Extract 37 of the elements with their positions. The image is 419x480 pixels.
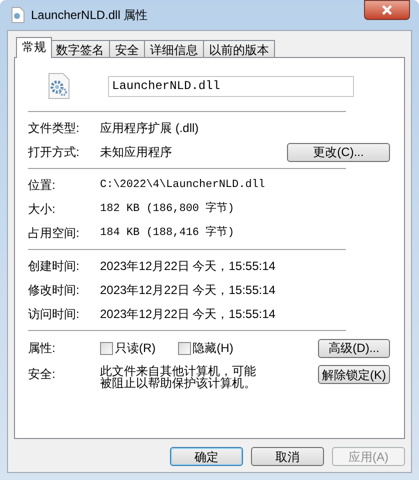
dialog-button[interactable]: 确定	[170, 447, 243, 466]
change-button[interactable]: 更改(C)...	[287, 142, 390, 162]
security-note: 此文件来自其他计算机，可能被阻止以帮助保护该计算机。	[100, 365, 257, 389]
close-icon	[382, 5, 392, 15]
tab[interactable]: 以前的版本	[203, 40, 275, 58]
field-label: 属性:	[28, 340, 56, 357]
field-value: 应用程序扩展 (.dll)	[100, 120, 200, 137]
close-button[interactable]	[364, 0, 410, 20]
dialog-button[interactable]: 取消	[251, 447, 324, 466]
advanced-button[interactable]: 高级(D)...	[318, 338, 390, 358]
tab[interactable]: 数字签名	[50, 40, 110, 58]
unblock-button[interactable]: 解除锁定(K)	[318, 365, 390, 384]
field-value: C:\2022\4\LauncherNLD.dll	[100, 178, 266, 193]
field-label: 位置:	[28, 177, 56, 194]
field-value: 2023年12月22日 今天，15:55:14	[100, 258, 276, 275]
gear-file-icon	[48, 73, 70, 99]
field-label: 创建时间:	[28, 258, 80, 275]
field-label: 占用空间:	[28, 225, 80, 242]
field-label: 大小:	[28, 201, 56, 218]
field-label: 打开方式:	[28, 144, 80, 161]
field-value: 2023年12月22日 今天，15:55:14	[100, 282, 276, 299]
tab[interactable]: 详细信息	[144, 40, 204, 58]
field-value: 184 KB (188,416 字节)	[100, 224, 236, 241]
file-name-field[interactable]: LauncherNLD.dll	[108, 76, 354, 96]
field-label: 安全:	[28, 366, 56, 383]
window-title: LauncherNLD.dll 属性	[31, 7, 148, 24]
field-label: 访问时间:	[28, 306, 80, 323]
checkbox[interactable]: 只读(R)	[100, 339, 156, 357]
tab[interactable]: 常规	[16, 37, 52, 58]
tab[interactable]: 安全	[109, 40, 145, 58]
field-value: 182 KB (186,800 字节)	[100, 200, 236, 217]
field-label: 文件类型:	[28, 120, 80, 137]
field-value: 2023年12月22日 今天，15:55:14	[100, 306, 276, 323]
checkbox[interactable]: 隐藏(H)	[178, 339, 234, 357]
file-icon	[11, 7, 25, 23]
field-value: 未知应用程序	[100, 144, 173, 161]
field-label: 修改时间:	[28, 282, 80, 299]
